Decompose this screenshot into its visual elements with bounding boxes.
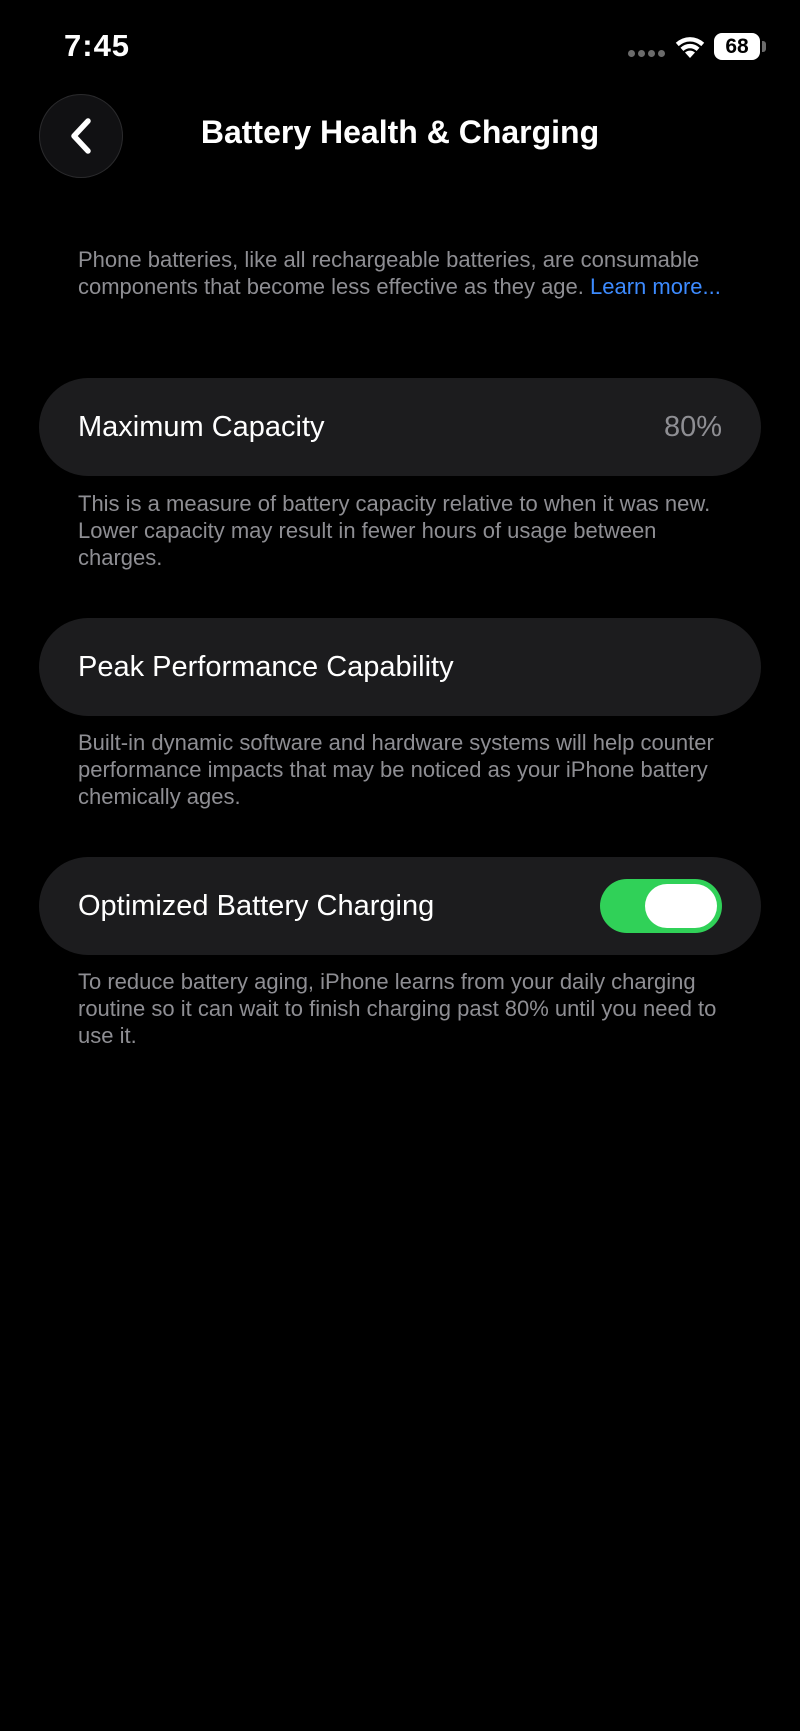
- optimized-charging-label: Optimized Battery Charging: [78, 890, 435, 922]
- intro-text: Phone batteries, like all rechargeable b…: [78, 246, 738, 300]
- wifi-icon: [674, 34, 706, 60]
- optimized-charging-row: Optimized Battery Charging: [39, 857, 761, 955]
- signal-dots-icon: [628, 50, 668, 58]
- maximum-capacity-row: Maximum Capacity 80%: [39, 378, 761, 476]
- learn-more-link[interactable]: Learn more...: [590, 274, 721, 299]
- maximum-capacity-label: Maximum Capacity: [78, 411, 325, 443]
- battery-level: 68: [714, 33, 760, 60]
- toggle-knob: [645, 884, 717, 928]
- status-bar: 7:45 68: [0, 0, 800, 90]
- peak-performance-label: Peak Performance Capability: [78, 651, 454, 683]
- page-title: Battery Health & Charging: [200, 114, 600, 150]
- battery-tip: [762, 41, 766, 52]
- status-time: 7:45: [64, 28, 131, 63]
- peak-performance-row: Peak Performance Capability: [39, 618, 761, 716]
- maximum-capacity-footnote: This is a measure of battery capacity re…: [78, 491, 711, 570]
- optimized-charging-footnote: To reduce battery aging, iPhone learns f…: [78, 969, 717, 1048]
- optimized-charging-toggle[interactable]: [600, 879, 722, 933]
- maximum-capacity-value: 80%: [663, 411, 722, 443]
- battery-icon: 68: [714, 33, 766, 60]
- peak-performance-footnote: Built-in dynamic software and hardware s…: [78, 730, 714, 809]
